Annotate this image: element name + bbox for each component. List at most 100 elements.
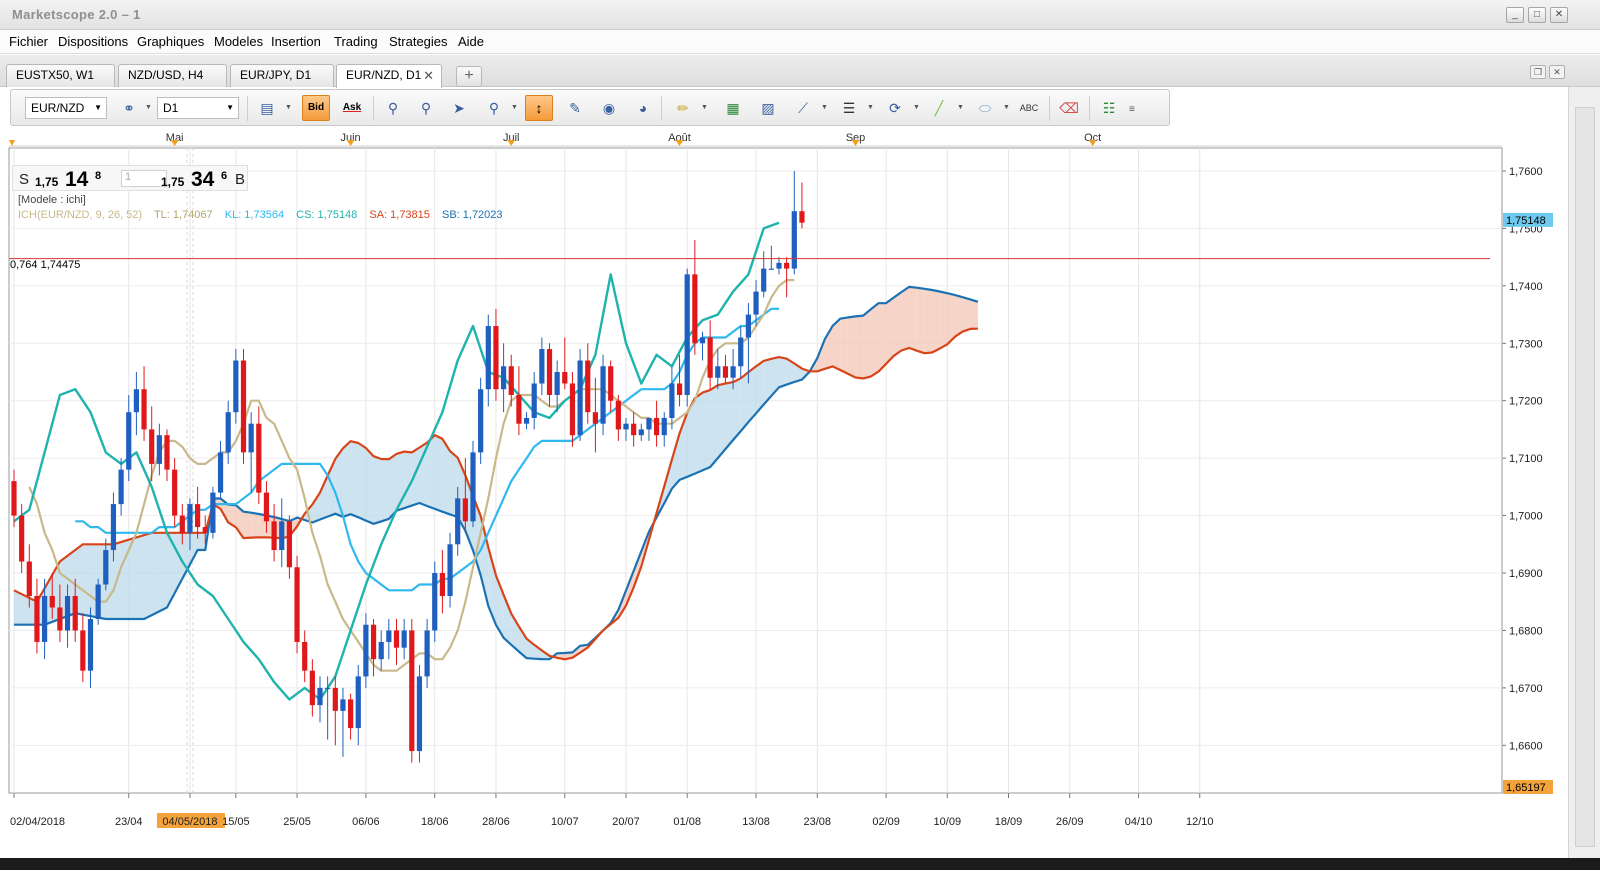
toolbar-overflow-icon[interactable]: ≡ — [1129, 104, 1135, 115]
candle-body — [692, 274, 698, 344]
menu-fichier[interactable]: Fichier — [9, 34, 48, 49]
candle-body — [141, 389, 147, 430]
candle-body — [516, 394, 522, 424]
add-tab-button[interactable]: + — [456, 66, 482, 87]
chevron-down-icon[interactable]: ▼ — [957, 104, 964, 111]
candle-body — [539, 349, 545, 384]
sell-price-pip[interactable]: 8 — [95, 170, 101, 182]
restore-chart-icon[interactable]: ❐ — [1530, 65, 1546, 79]
kumo-segment — [702, 390, 711, 471]
ellipse-icon[interactable]: ⬭ — [971, 95, 999, 121]
horizontal-lines-icon[interactable]: ☰ — [835, 95, 863, 121]
buy-price-prefix[interactable]: 1,75 — [161, 175, 184, 189]
trendline-icon[interactable]: ╱ — [925, 95, 953, 121]
indicators-icon[interactable]: ▨ — [754, 95, 782, 121]
menu-trading[interactable]: Trading — [334, 34, 378, 49]
candle-body — [523, 417, 530, 424]
window-title: Marketscope 2.0 – 1 — [12, 7, 141, 22]
menu-strategies[interactable]: Strategies — [389, 34, 448, 49]
indicator-legend[interactable]: ICH(EUR/NZD, 9, 26, 52) TL: 1,74067 KL: … — [18, 209, 512, 221]
tab-eurnzd-d1[interactable]: EUR/NZD, D1 ✕ — [336, 64, 442, 88]
candle-body — [592, 412, 598, 424]
crosshair-icon[interactable]: ↕ — [525, 95, 553, 121]
kumo-segment — [886, 297, 894, 364]
minimize-button[interactable]: _ — [1506, 7, 1524, 23]
lines-tool-icon[interactable]: ⟋ — [789, 95, 817, 121]
restore-button[interactable]: □ — [1528, 7, 1546, 23]
scrollbar-thumb[interactable] — [1575, 107, 1595, 847]
candle-body — [271, 521, 277, 551]
eye-icon[interactable]: ◉ — [595, 95, 623, 121]
tab-eurjpy-d1[interactable]: EUR/JPY, D1 — [230, 64, 334, 87]
zoom-out-icon[interactable]: ⚲ — [412, 95, 440, 121]
kumo-segment — [342, 441, 351, 517]
chevron-down-icon[interactable]: ▼ — [285, 104, 292, 111]
ask-button[interactable]: Ask — [338, 95, 366, 121]
price-tick-label: 1,7200 — [1509, 396, 1543, 408]
last-price-label: 1,75148 — [1506, 215, 1546, 227]
menu-graphiques[interactable]: Graphiques — [137, 34, 204, 49]
candle-body — [546, 349, 553, 395]
bid-button[interactable]: Bid — [302, 95, 330, 121]
zoom-window-icon[interactable]: ⚲ — [480, 95, 508, 121]
chart-properties-icon[interactable]: ✎ — [561, 95, 589, 121]
chevron-down-icon[interactable]: ▼ — [1003, 104, 1010, 111]
tab-close-icon[interactable]: ✕ — [423, 65, 434, 86]
sell-label[interactable]: S — [19, 171, 29, 188]
chevron-down-icon[interactable]: ▼ — [913, 104, 920, 111]
date-label: 18/09 — [995, 816, 1023, 828]
price-chart[interactable]: Mai Juin Juil Août Sep Oct 1,76001,75001,7400… — [0, 128, 1568, 870]
tab-eustx50-w1[interactable]: EUSTX50, W1 — [6, 64, 115, 87]
chart-type-icon[interactable]: ▤ — [253, 95, 281, 121]
kumo-segment — [970, 299, 978, 329]
close-chart-icon[interactable]: ✕ — [1549, 65, 1565, 79]
price-tick-label: 1,6600 — [1509, 740, 1543, 752]
buy-label[interactable]: B — [235, 171, 245, 188]
date-label: 01/08 — [673, 816, 701, 828]
candle-body — [386, 630, 392, 642]
eraser-icon[interactable]: ⌫ — [1055, 95, 1083, 121]
kumo-segment — [901, 286, 910, 351]
chevron-down-icon[interactable]: ▼ — [511, 104, 518, 111]
candle-body — [615, 400, 621, 430]
globe-icon[interactable]: ◕ — [629, 95, 657, 121]
vertical-scrollbar[interactable] — [1568, 87, 1600, 870]
chevron-down-icon[interactable]: ▼ — [867, 104, 874, 111]
ruler-icon[interactable]: ✏ — [669, 95, 697, 121]
chevron-down-icon[interactable]: ▼ — [701, 104, 708, 111]
candle-body — [179, 515, 185, 533]
timeframe-select[interactable]: D1 ▼ — [157, 97, 239, 119]
text-tool-icon[interactable]: ABC — [1015, 95, 1043, 121]
hierarchy-icon[interactable]: ☷ — [1095, 95, 1123, 121]
candle-body — [263, 492, 270, 522]
kumo-segment — [932, 290, 940, 353]
pointer-icon[interactable]: ➤ — [445, 95, 473, 121]
sell-price-prefix[interactable]: 1,75 — [35, 175, 58, 189]
candle-body — [325, 687, 331, 690]
buy-price-big[interactable]: 34 — [191, 168, 214, 192]
chevron-down-icon[interactable]: ▼ — [821, 104, 828, 111]
toolbar-divider — [1089, 96, 1090, 121]
timeframe-value: D1 — [163, 101, 179, 115]
close-button[interactable]: ✕ — [1550, 7, 1568, 23]
candle-body — [699, 337, 706, 344]
candle-body — [470, 452, 476, 522]
date-label: 25/05 — [283, 816, 311, 828]
legend-span-a: SA: 1,73815 — [369, 209, 430, 221]
buy-price-pip[interactable]: 6 — [221, 170, 227, 182]
image-icon[interactable]: ▦ — [719, 95, 747, 121]
tab-nzdusd-h4[interactable]: NZD/USD, H4 — [118, 64, 227, 87]
candle-body — [416, 676, 423, 752]
instrument-link-icon[interactable]: ⚭ — [115, 95, 143, 121]
menu-insertion[interactable]: Insertion — [271, 34, 321, 49]
instrument-select[interactable]: EUR/NZD ▼ — [25, 97, 107, 119]
sell-price-big[interactable]: 14 — [65, 168, 88, 192]
menu-dispositions[interactable]: Dispositions — [58, 34, 128, 49]
fan-tool-icon[interactable]: ⟳ — [881, 95, 909, 121]
candle-body — [768, 268, 774, 270]
menu-modeles[interactable]: Modeles — [214, 34, 263, 49]
menu-aide[interactable]: Aide — [458, 34, 484, 49]
zoom-in-icon[interactable]: ⚲ — [379, 95, 407, 121]
chevron-down-icon[interactable]: ▼ — [145, 104, 152, 111]
candle-body — [738, 337, 744, 367]
